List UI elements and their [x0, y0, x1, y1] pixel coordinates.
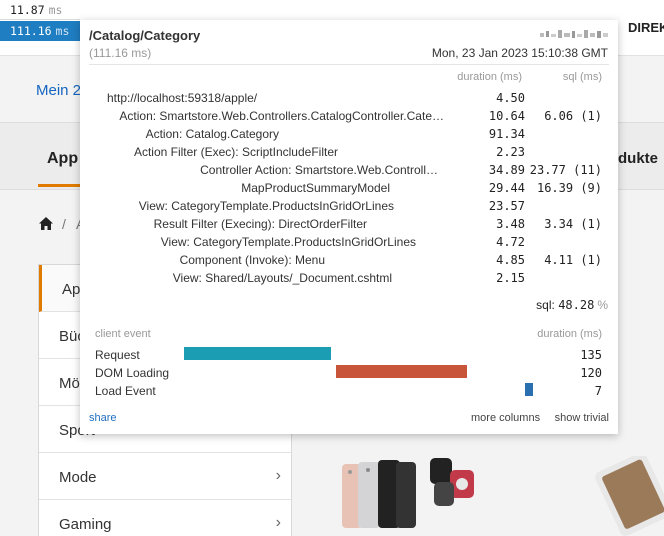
nav-item-partial[interactable]: dukte: [618, 150, 658, 167]
client-event-bar: [525, 383, 533, 396]
client-event-label: DOM Loading: [95, 366, 170, 380]
divider: [89, 64, 609, 65]
pill-unit: ms: [48, 3, 63, 17]
pill-unit: ms: [55, 24, 70, 38]
profiler-popup: /Catalog/Category (111.16 ms) Mon, 23 Ja…: [80, 20, 618, 434]
client-duration-header: duration (ms): [537, 328, 602, 340]
timing-row[interactable]: Action: Smartstore.Web.Controllers.Catal…: [80, 109, 618, 127]
profiler-total-duration: (111.16 ms): [89, 46, 152, 60]
more-columns-link[interactable]: more columns: [471, 412, 540, 424]
timing-row[interactable]: Action: Catalog.Category 91.34: [80, 127, 618, 145]
timing-duration: 4.72: [496, 235, 525, 249]
timing-name: http://localhost:59318/apple/: [107, 91, 258, 105]
timing-name: MapProductSummaryModel: [241, 181, 390, 195]
client-event-label: Load Event: [95, 384, 156, 398]
sidebar-item[interactable]: Gaming ›: [39, 500, 291, 536]
timing-row[interactable]: Result Filter (Execing): DirectOrderFilt…: [80, 217, 618, 235]
share-link[interactable]: share: [89, 412, 117, 424]
duration-column-header: duration (ms): [457, 71, 522, 83]
nav-active-indicator: [38, 184, 82, 187]
client-event-row: Load Event 7: [80, 383, 618, 402]
client-event-label: Request: [95, 348, 140, 362]
timing-sql[interactable]: 4.11 (1): [544, 253, 602, 267]
product-image-tablets[interactable]: [592, 452, 664, 536]
sidebar-item-label: Gaming: [59, 516, 112, 533]
client-event-duration: 135: [580, 348, 602, 362]
timing-duration: 2.15: [496, 271, 525, 285]
timing-name: Action Filter (Exec): ScriptIncludeFilte…: [133, 145, 338, 159]
timing-row[interactable]: View: CategoryTemplate.ProductsInGridOrL…: [80, 199, 618, 217]
show-trivial-link[interactable]: show trivial: [555, 412, 609, 424]
timing-name: Result Filter (Execing): DirectOrderFilt…: [153, 217, 367, 231]
timing-row[interactable]: http://localhost:59318/apple/ 4.50: [80, 91, 618, 109]
sidebar-item-label: Mö: [59, 375, 80, 392]
client-event-row: DOM Loading 120: [80, 365, 618, 384]
sidebar-item[interactable]: Mode ›: [39, 453, 291, 500]
timing-sql[interactable]: 3.34 (1): [544, 217, 602, 231]
breadcrumb-separator: /: [62, 216, 66, 232]
timing-duration: 91.34: [488, 127, 525, 141]
client-event-header: client event: [95, 328, 151, 340]
timing-name: View: CategoryTemplate.ProductsInGridOrL…: [160, 235, 416, 249]
timing-duration: 34.89: [488, 163, 525, 177]
client-event-duration: 7: [594, 384, 602, 398]
timing-row[interactable]: MapProductSummaryModel 29.44 16.39 (9): [80, 181, 618, 199]
timing-duration: 23.57: [488, 199, 525, 213]
product-image-watches[interactable]: [420, 452, 492, 516]
timing-duration: 3.48: [496, 217, 525, 231]
timing-row[interactable]: View: CategoryTemplate.ProductsInGridOrL…: [80, 235, 618, 253]
timing-name: View: Shared/Layouts/_Document.cshtml: [172, 271, 392, 285]
client-event-row: Request 135: [80, 347, 618, 366]
timing-name: View: CategoryTemplate.ProductsInGridOrL…: [138, 199, 394, 213]
nav-item-active[interactable]: App: [47, 150, 78, 168]
timing-duration: 4.85: [496, 253, 525, 267]
sql-percentage-value: 48.28: [558, 298, 595, 312]
sql-column-header: sql (ms): [562, 71, 602, 83]
timing-row[interactable]: Action Filter (Exec): ScriptIncludeFilte…: [80, 145, 618, 163]
timing-row[interactable]: View: Shared/Layouts/_Document.cshtml 2.…: [80, 271, 618, 289]
sql-percentage-label: sql:: [536, 298, 555, 312]
timing-sql[interactable]: 23.77 (11): [530, 163, 602, 177]
account-link[interactable]: Mein 2: [36, 82, 81, 99]
sql-percentage-unit: %: [597, 298, 608, 312]
pill-value: 111.16: [10, 24, 52, 38]
timing-row[interactable]: Controller Action: Smartstore.Web.Contro…: [80, 163, 618, 181]
client-event-bar: [184, 347, 331, 360]
sidebar-item-label: Mode: [59, 469, 97, 486]
header-partial-text[interactable]: DIREK: [628, 20, 664, 35]
profiler-title: /Catalog/Category: [89, 28, 201, 43]
timing-duration: 10.64: [488, 109, 525, 123]
timing-duration: 29.44: [488, 181, 525, 195]
machine-name-redacted: [540, 28, 608, 42]
timing-duration: 2.23: [496, 145, 525, 159]
pill-value: 11.87: [10, 3, 45, 17]
chevron-right-icon: ›: [275, 514, 281, 531]
timing-sql[interactable]: 16.39 (9): [537, 181, 602, 195]
sql-percentage: sql: 48.28%: [536, 298, 608, 312]
timing-name: Action: Smartstore.Web.Controllers.Catal…: [119, 109, 444, 123]
home-icon[interactable]: [38, 216, 54, 234]
timing-name: Action: Catalog.Category: [145, 127, 279, 141]
profiler-result-pill[interactable]: 11.87 ms: [0, 0, 80, 20]
profiler-result-pill-active[interactable]: 111.16 ms: [0, 21, 80, 41]
timing-row[interactable]: Component (Invoke): Menu 4.85 4.11 (1): [80, 253, 618, 271]
timing-name: Controller Action: Smartstore.Web.Contro…: [200, 163, 438, 177]
timing-name: Component (Invoke): Menu: [179, 253, 325, 267]
product-image-phones[interactable]: [338, 446, 418, 536]
chevron-right-icon: ›: [275, 467, 281, 484]
timing-sql[interactable]: 6.06 (1): [544, 109, 602, 123]
timing-duration: 4.50: [496, 91, 525, 105]
client-event-bar: [336, 365, 467, 378]
profiler-timestamp: Mon, 23 Jan 2023 15:10:38 GMT: [431, 46, 608, 60]
client-event-duration: 120: [580, 366, 602, 380]
